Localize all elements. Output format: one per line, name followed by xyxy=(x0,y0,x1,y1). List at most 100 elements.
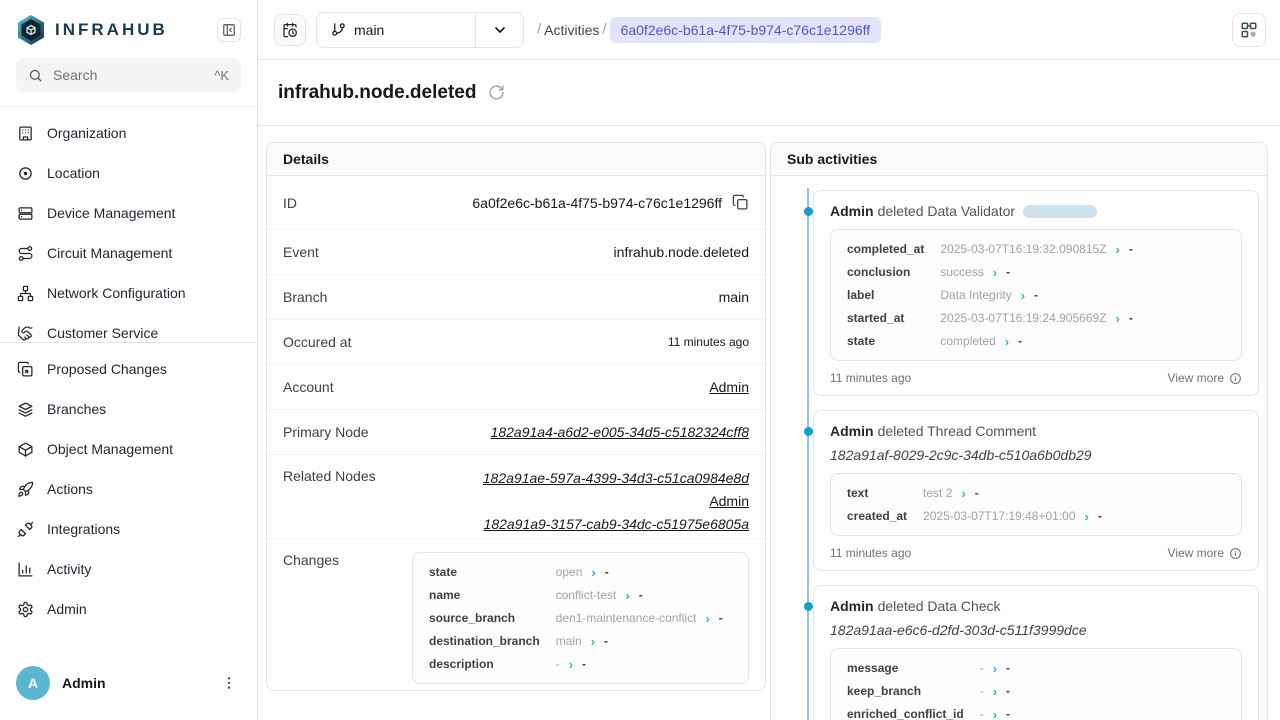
prop-name: message xyxy=(847,661,964,675)
sidebar-item-circuit-management[interactable]: Circuit Management xyxy=(0,233,257,273)
panel-collapse-icon xyxy=(222,23,236,37)
sidebar-item-organization[interactable]: Organization xyxy=(0,113,257,153)
git-branch-icon xyxy=(331,22,346,37)
gear-icon xyxy=(17,601,34,618)
branch-selector-value: main xyxy=(317,13,475,47)
chevron-right-icon: › xyxy=(1005,335,1009,348)
prop-name: keep_branch xyxy=(847,684,964,698)
prop-name: created_at xyxy=(847,509,907,523)
breadcrumb-activities-link[interactable]: Activities xyxy=(544,22,599,38)
page-title-bar: infrahub.node.deleted xyxy=(258,60,1280,126)
prop-name: enriched_conflict_id xyxy=(847,707,964,720)
detail-row-branch: Branch main xyxy=(267,275,765,320)
branch-selector-caret[interactable] xyxy=(475,13,523,47)
sidebar-item-label: Proposed Changes xyxy=(47,361,167,377)
copy-id-button[interactable] xyxy=(732,194,749,211)
cube-icon xyxy=(17,441,34,458)
refresh-button[interactable] xyxy=(488,84,505,101)
view-more-button[interactable]: View more xyxy=(1168,371,1242,385)
detail-occured-value: 11 minutes ago xyxy=(668,335,749,349)
sidebar-item-admin[interactable]: Admin xyxy=(0,589,257,629)
sidebar-item-proposed-changes[interactable]: Proposed Changes xyxy=(0,349,257,389)
kebab-icon xyxy=(221,675,237,691)
detail-label: Primary Node xyxy=(283,424,369,440)
network-icon xyxy=(17,285,34,302)
prop-current: - xyxy=(639,588,643,602)
details-panel: Details ID 6a0f2e6c-b61a-4f75-b974-c76c1… xyxy=(266,142,766,691)
account-link[interactable]: Admin xyxy=(709,379,749,395)
chevron-right-icon: › xyxy=(591,566,595,579)
prop-name: completed_at xyxy=(847,242,924,256)
primary-node-link[interactable]: 182a91a4-a6d2-e005-34d5-c5182324cff8 xyxy=(491,424,749,440)
plug-icon xyxy=(17,521,34,538)
chevron-right-icon: › xyxy=(1085,510,1089,523)
sidebar-item-label: Integrations xyxy=(47,521,120,537)
related-node-link[interactable]: Admin xyxy=(709,493,749,509)
sidebar-collapse-button[interactable] xyxy=(217,18,241,42)
detail-row-occured-at: Occured at 11 minutes ago xyxy=(267,320,765,365)
rocket-icon xyxy=(17,481,34,498)
sidebar-item-location[interactable]: Location xyxy=(0,153,257,193)
search-icon xyxy=(28,68,43,83)
search-input[interactable]: Search ^K xyxy=(16,58,241,92)
related-node-link[interactable]: 182a91a9-3157-cab9-34dc-c51975e6805a xyxy=(484,516,749,532)
content-area: Details ID 6a0f2e6c-b61a-4f75-b974-c76c1… xyxy=(258,126,1280,720)
sidebar-item-activity[interactable]: Activity xyxy=(0,549,257,589)
sidebar-item-label: Organization xyxy=(47,125,126,141)
prop-name: started_at xyxy=(847,311,924,325)
avatar: A xyxy=(16,666,50,700)
detail-label: Changes xyxy=(283,552,339,568)
time-travel-button[interactable] xyxy=(274,14,306,46)
sidebar-item-branches[interactable]: Branches xyxy=(0,389,257,429)
prop-previous: - xyxy=(556,657,560,671)
detail-row-related-nodes: Related Nodes 182a91ae-597a-4399-34d3-c5… xyxy=(267,455,765,539)
user-menu-button[interactable] xyxy=(217,671,241,695)
infrahub-logo-icon xyxy=(16,14,46,46)
loading-placeholder-pill xyxy=(1023,205,1097,218)
branch-selector[interactable]: main xyxy=(316,12,524,48)
prop-current: - xyxy=(1018,334,1022,348)
activity-action: deleted Data Check xyxy=(878,598,1001,614)
prop-previous: 2025-03-07T17:19:48+01:00 xyxy=(923,509,1075,523)
search-placeholder: Search xyxy=(53,67,97,83)
info-icon xyxy=(1229,372,1242,385)
activity-card-footer: 11 minutes ago View more xyxy=(830,371,1242,385)
sidebar-item-actions[interactable]: Actions xyxy=(0,469,257,509)
server-icon xyxy=(17,205,34,222)
building-icon xyxy=(17,125,34,142)
prop-current: - xyxy=(1006,265,1010,279)
prop-current: - xyxy=(604,634,608,648)
prop-previous: main xyxy=(556,634,582,648)
related-node-link[interactable]: 182a91ae-597a-4399-34d3-c51ca0984e8d xyxy=(483,470,749,486)
sidebar-item-object-management[interactable]: Object Management xyxy=(0,429,257,469)
activity-props-box: text test 2›- created_at 2025-03-07T17:1… xyxy=(830,473,1242,536)
sidebar-item-network-configuration[interactable]: Network Configuration xyxy=(0,273,257,313)
sidebar-item-integrations[interactable]: Integrations xyxy=(0,509,257,549)
breadcrumb-current-id[interactable]: 6a0f2e6c-b61a-4f75-b974-c76c1e1296ff xyxy=(610,17,882,43)
prop-previous: - xyxy=(980,707,984,720)
sidebar-item-device-management[interactable]: Device Management xyxy=(0,193,257,233)
user-name: Admin xyxy=(62,675,106,691)
sidebar-item-customer-service[interactable]: Customer Service xyxy=(0,313,257,342)
detail-label: ID xyxy=(283,195,297,211)
prop-current: - xyxy=(605,565,609,579)
activity-node-id: 182a91af-8029-2c9c-34db-c510a6b0db29 xyxy=(830,447,1242,463)
breadcrumb-separator: / xyxy=(599,21,609,38)
sidebar-item-label: Device Management xyxy=(47,205,175,221)
chevron-down-icon xyxy=(492,22,508,38)
prop-name: name xyxy=(429,588,540,602)
detail-id-value: 6a0f2e6c-b61a-4f75-b974-c76c1e1296ff xyxy=(472,195,722,211)
prop-previous: Data Integrity xyxy=(940,288,1011,302)
sidebar-item-label: Circuit Management xyxy=(47,245,172,261)
prop-current: - xyxy=(1129,311,1133,325)
page-title: infrahub.node.deleted xyxy=(278,82,476,104)
chevron-right-icon: › xyxy=(591,635,595,648)
sidebar-item-label: Location xyxy=(47,165,100,181)
sidebar-item-label: Activity xyxy=(47,561,91,577)
view-more-button[interactable]: View more xyxy=(1168,546,1242,560)
schema-button[interactable] xyxy=(1232,13,1266,47)
chevron-right-icon: › xyxy=(993,662,997,675)
infrahub-logo[interactable]: INFRAHUB xyxy=(16,14,168,46)
prop-previous: 2025-03-07T16:19:32.090815Z xyxy=(940,242,1106,256)
sidebar-user: A Admin xyxy=(0,652,257,720)
